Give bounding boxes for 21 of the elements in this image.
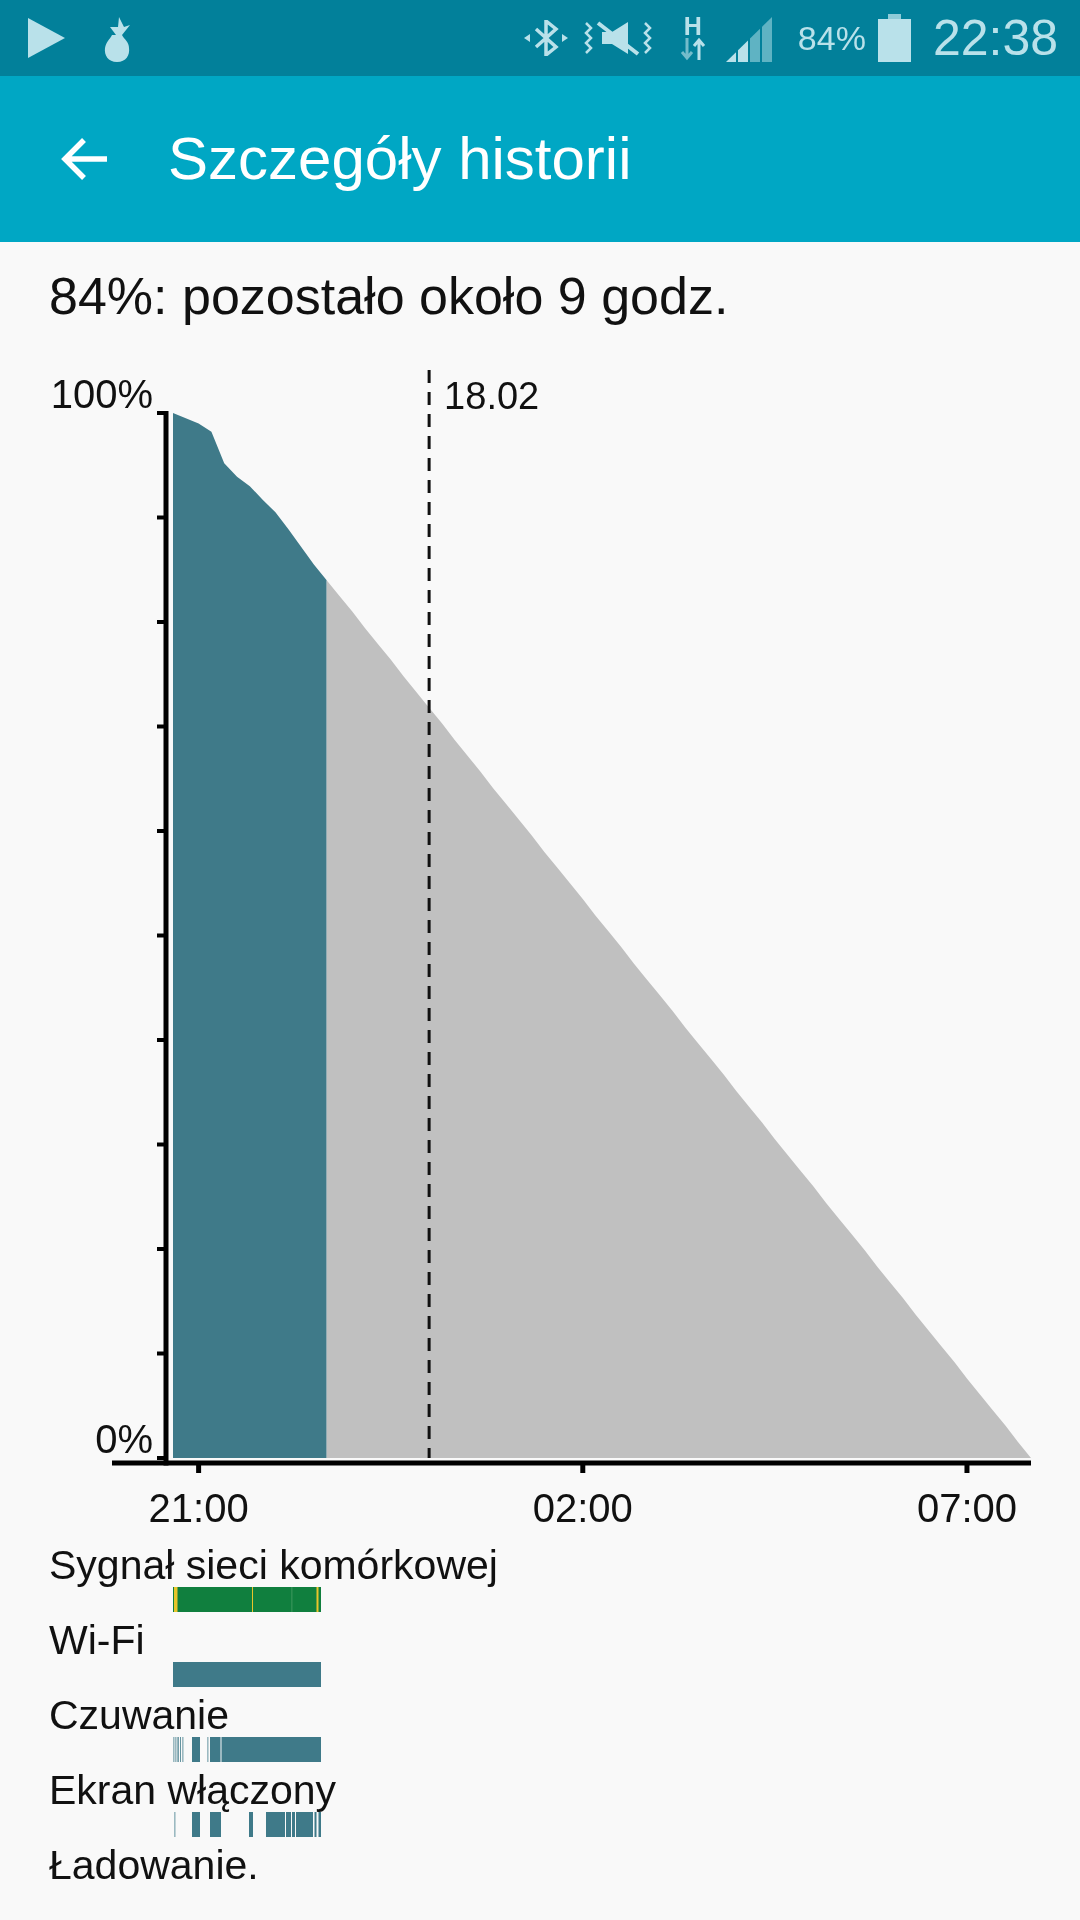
battery-percent: 84% [797, 21, 866, 55]
signal-bars-icon [725, 14, 774, 62]
timeline-label: Ekran włączony [49, 1768, 337, 1812]
axis-label: 07:00 [916, 1486, 1017, 1530]
battery-icon [877, 14, 911, 62]
battery-summary: 84%: pozostało około 9 godz. [49, 266, 729, 326]
date-label: 18.02 [444, 375, 540, 417]
clock-time: 22:38 [932, 13, 1058, 63]
back-arrow-icon [60, 137, 109, 181]
axis-label: 21:00 [148, 1486, 249, 1530]
network-type-label: H [683, 15, 702, 37]
screen-title: Szczegóły historii [168, 124, 632, 194]
axis-label: 02:00 [532, 1486, 633, 1530]
timeline-label: Czuwanie [49, 1693, 230, 1737]
axis-label: 100% [50, 372, 153, 416]
timeline-label: Sygnał sieci komórkowej [49, 1543, 498, 1587]
data-arrows-icon [679, 37, 706, 61]
axis-label: 0% [95, 1417, 153, 1461]
timeline-label: Wi-Fi [49, 1618, 145, 1662]
play-icon [28, 18, 65, 58]
timeline-label: Ładowanie. [49, 1843, 259, 1887]
